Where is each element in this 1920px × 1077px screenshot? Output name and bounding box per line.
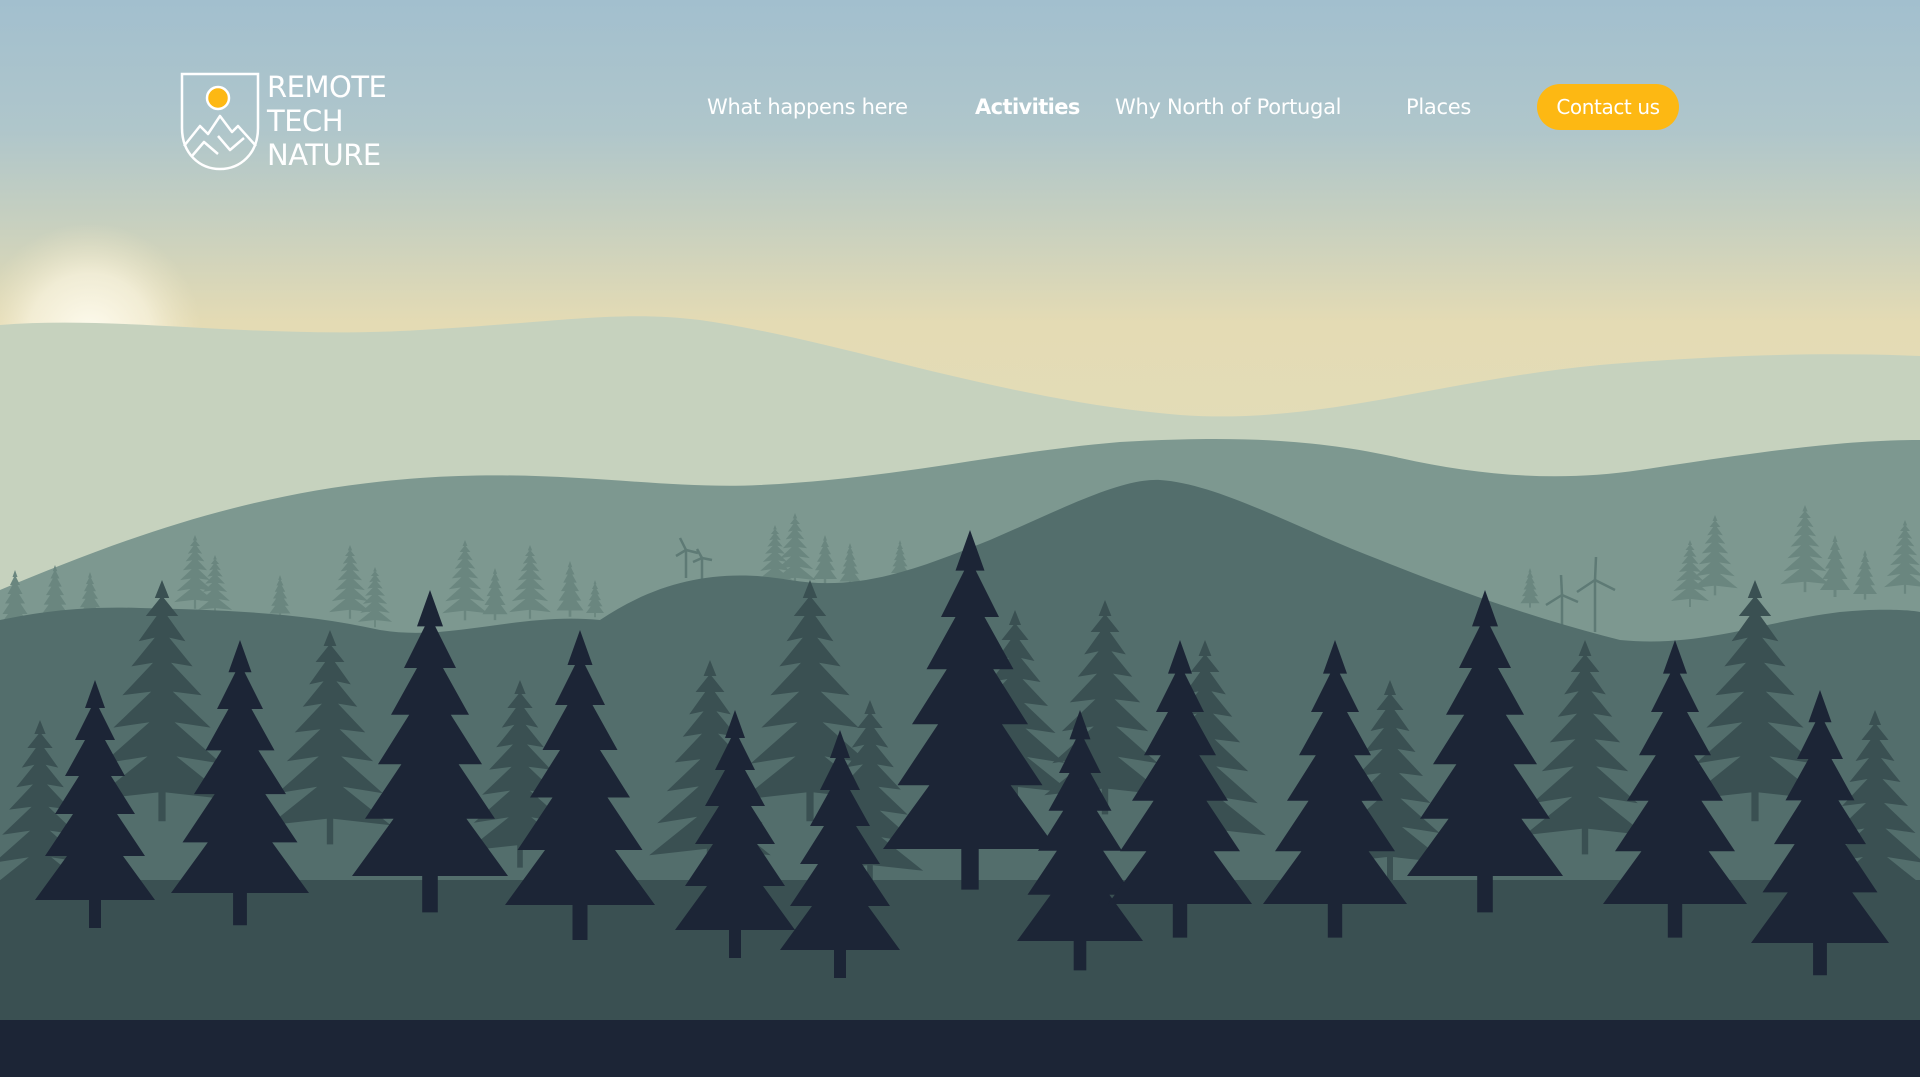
site-header: REMOTE TECH NATURE What happens here Act…	[0, 0, 1920, 200]
nav-what-happens-here[interactable]: What happens here	[707, 93, 908, 121]
nav-places[interactable]: Places	[1406, 93, 1471, 121]
landing-page: REMOTE TECH NATURE What happens here Act…	[0, 0, 1920, 1077]
contact-us-button[interactable]: Contact us	[1537, 84, 1679, 130]
nav-why-north-of-portugal[interactable]: Why North of Portugal	[1115, 93, 1341, 121]
nav-activities[interactable]: Activities	[975, 93, 1080, 121]
main-nav: What happens here Activities Why North o…	[0, 0, 1920, 200]
